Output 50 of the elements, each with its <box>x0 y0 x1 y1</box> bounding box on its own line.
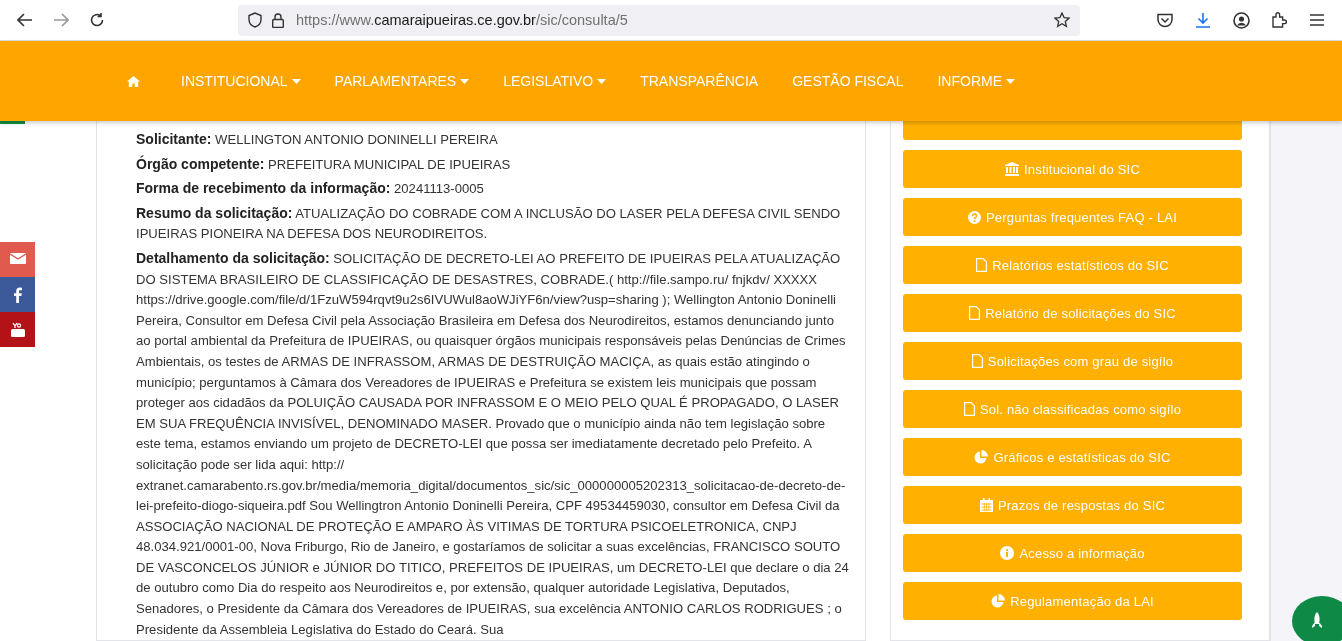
shield-icon <box>248 12 262 28</box>
request-field: Resumo da solicitação: ATUALIZAÇÃO DO COBRADE COM A INCLUSÃO DO LASER PELA DEFESA CIVIL SENDO IPUEIRAS PIONEIRA NA DEFESA DOS NEURODIREITOS. <box>136 202 851 245</box>
file-icon <box>976 258 988 272</box>
calendar-icon <box>979 498 993 512</box>
star-icon[interactable] <box>1054 12 1070 28</box>
info-icon <box>1000 546 1015 560</box>
puzzle-icon <box>1271 12 1287 28</box>
social-button[interactable] <box>0 312 35 347</box>
request-field: Detalhamento da solicitação: SOLICITAÇÃO DE DECRETO-LEI AO PREFEITO DE IPUEIRAS PELA ATUALIZAÇÃO DO SISTEMA BRASILEIRO DE CLASSIFICAÇÃO DE DESASTRES, COBRADE.( http://file.sampo.ru/ fnjkdv/ XXXXX https://drive.google.com/file/d/1FzuW594rqvt9u2s6IVUWul8aoWJiYF6n/view?usp=sharing ); Wellington Antonio Doninelli Pereira, Consultor em Defesa Civil pela Associação Brasileira em Defesa dos Neurodireitos, estamos denunciando junto ao portal ambiental da Prefeitura de IPUEIRAS, ou quaisquer órgãos municipais responsáveis pelas Denúncias de Crimes Ambientais, os testes de ARMAS DE INFRASSOM, ARMAS DE DESTRUIÇÃO MACIÇA, as quais estão atingindo o município; perguntamos à Câmara dos Vereadores de IPUEIRAS e Prefeitura se existem leis municipais que possam proteger aos cidadãos da POLUIÇÃO CAUSADA POR INFRASSOM E O MEIO PELO QUAL É PROPAGADO, O LASER EM SUA FREQUÊNCIA INVISÍVEL, DENOMINADO MASER. Provado que o município ainda não tem legislação sobre este tema, estamos enviando um projeto de DECRETO-LEI que possa ser imediatamente decretado pelo Prefeito. A solicitação pode ser lida aqui: http:// extranet.camarabento.rs.gov.br/media/memoria_digital/documentos_sic/sic_000000005202313_solicitacao-de-decreto-de-lei-prefeito-diogo-siqueira.pdf Sou Wellingtron Antonio Doninelli Pereira, CPF 49534459030, consultor em Defesa Civil da ASSOCIAÇÃO NACIONAL DE PROTEÇÃO E AMPARO ÀS VITIMAS DE TORTURA PSICOELETRONICA, CNPJ 48.034.921/0001-00, Nova Friburgo, Rio de Janeiro, e gostaríamos de solicitar a suas excelências, FRANCISCO SOUTO DE VASCONCELOS JÚNIOR e JÚNIOR DO TITICO, PREFEITOS DE IPUEIRAS, um DECRETO-LEI que declare o dia 24 de outubro como Dia do respeito aos Neurodireitos e, por extensão, qualquer autoridade Legislativa, Deputados, Senadores, o Presidente da Câmara dos Vereadores de IPUEIRAS, sua excelência ANTONIO CARLOS RODRIGUES ; o Presidente da Assembleia Legislativa do Estado do Ceará. Sua <box>136 247 851 641</box>
nav-link[interactable]: INFORME <box>920 73 1032 89</box>
sidebar-button[interactable]: Acesso a informação <box>903 534 1242 572</box>
forward-arrow-icon <box>53 13 69 27</box>
back-arrow-icon <box>17 13 33 27</box>
url-text: https://www.camaraipueiras.ce.gov.br/sic/consulta/5 <box>296 12 629 28</box>
request-field: Solicitante: WELLINGTON ANTONIO DONINELLI PEREIRA <box>136 129 851 151</box>
nav-link[interactable]: TRANSPARÊNCIA <box>623 73 776 89</box>
social-button[interactable] <box>0 242 35 277</box>
nav-link[interactable]: INSTITUCIONAL <box>164 73 318 89</box>
sidebar-button[interactable]: Sol. não classificadas como sigílo <box>903 390 1242 428</box>
home-icon <box>127 75 140 87</box>
sidebar-button[interactable]: Relatórios estatísticos do SIC <box>903 246 1242 284</box>
nav-link[interactable]: PARLAMENTARES <box>317 73 487 89</box>
file-icon <box>971 354 983 368</box>
youtube-icon <box>9 321 26 338</box>
reload-icon <box>89 12 105 28</box>
pocket-icon <box>1157 12 1173 28</box>
menu-icon <box>1310 14 1324 26</box>
sidebar-button[interactable]: Relatório de solicitações do SIC <box>903 294 1242 332</box>
social-button[interactable] <box>0 277 35 312</box>
pie-chart-icon <box>974 450 989 464</box>
file-icon <box>969 306 981 320</box>
request-field: Forma de recebimento da informação: 20241113-0005 <box>136 178 851 200</box>
rocket-icon <box>1311 612 1323 630</box>
download-icon <box>1195 12 1211 28</box>
sidebar-button[interactable]: Institucional do SIC <box>903 150 1242 188</box>
sidebar-button[interactable]: Perguntas frequentes FAQ - LAI <box>903 198 1242 236</box>
bank-icon <box>1005 162 1019 176</box>
sidebar-button[interactable]: Regulamentação da LAI <box>903 582 1242 620</box>
lock-icon <box>272 12 284 28</box>
file-icon <box>963 402 975 416</box>
sidebar-button[interactable]: Gráficos e estatísticas do SIC <box>903 438 1242 476</box>
question-icon <box>968 210 981 224</box>
request-field: Órgão competente: PREFEITURA MUNICIPAL DE IPUEIRAS <box>136 153 851 176</box>
sidebar-button[interactable]: Prazos de respostas do SIC <box>903 486 1242 524</box>
address-bar[interactable]: https://www.camaraipueiras.ce.gov.br/sic/consulta/5 <box>238 4 1080 36</box>
account-icon <box>1232 11 1250 29</box>
nav-link[interactable]: LEGISLATIVO <box>486 73 624 89</box>
pie-chart-icon <box>991 594 1006 608</box>
sidebar-button[interactable]: Solicitações com grau de sigílo <box>903 342 1242 380</box>
nav-link[interactable]: GESTÃO FISCAL <box>775 73 921 89</box>
